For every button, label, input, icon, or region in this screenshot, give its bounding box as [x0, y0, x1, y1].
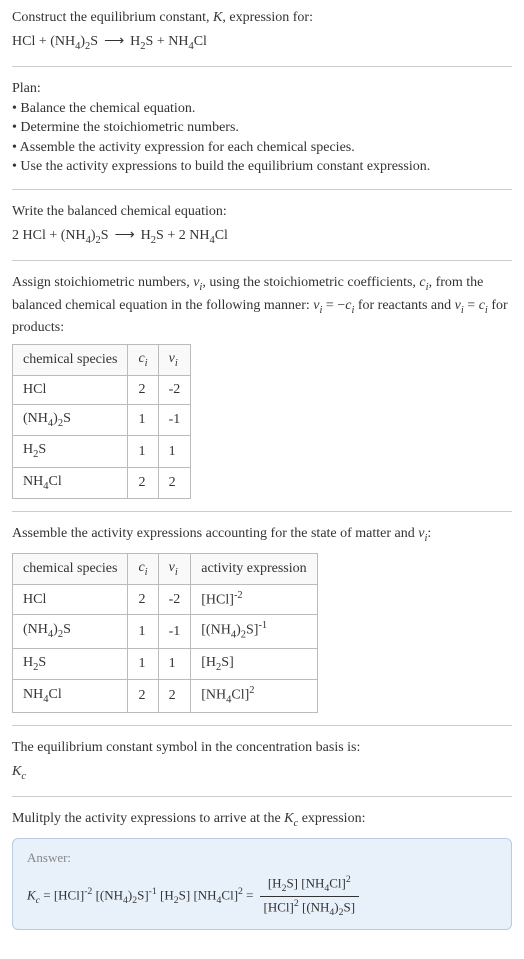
cell-nui: -2 [158, 376, 191, 405]
cell-nui: 2 [158, 467, 191, 498]
eqconst-text: The equilibrium constant symbol in the c… [12, 738, 512, 758]
cell-nui: -1 [158, 615, 191, 648]
cell-species: (NH4)2S [13, 615, 128, 648]
plan-heading: Plan: [12, 79, 512, 99]
cell-activity: [(NH4)2S]-1 [191, 615, 317, 648]
cell-species: NH4Cl [13, 680, 128, 713]
balanced-equation: 2 HCl + (NH4)2S⟶H2S + 2 NH4Cl [12, 226, 512, 248]
assemble-section: Assemble the activity expressions accoun… [12, 524, 512, 713]
cell-nui: -1 [158, 404, 191, 435]
col-species: chemical species [13, 553, 128, 584]
cell-nui: 1 [158, 648, 191, 679]
cell-species: NH4Cl [13, 467, 128, 498]
multiply-section: Mulitply the activity expressions to arr… [12, 809, 512, 930]
divider [12, 511, 512, 512]
answer-box: Answer: Kc = [HCl]-2 [(NH4)2S]-1 [H2S] [… [12, 838, 512, 930]
activity-table: chemical species ci νi activity expressi… [12, 553, 318, 714]
col-ci: ci [128, 553, 158, 584]
eqconst-symbol: Kc [12, 762, 512, 784]
intro-line1: Construct the equilibrium constant, [12, 10, 213, 25]
cell-nui: 2 [158, 680, 191, 713]
table-header-row: chemical species ci νi [13, 344, 191, 375]
cell-species: H2S [13, 436, 128, 467]
assemble-text: Assemble the activity expressions accoun… [12, 524, 512, 546]
intro-equation: HCl + (NH4)2S⟶H2S + NH4Cl [12, 32, 512, 54]
plan-list: Balance the chemical equation. Determine… [12, 99, 512, 177]
cell-ci: 2 [128, 467, 158, 498]
fraction-numerator: [H2S] [NH4Cl]2 [260, 873, 360, 897]
cell-nui: -2 [158, 585, 191, 615]
plan-item: Balance the chemical equation. [12, 99, 512, 119]
eqconst-section: The equilibrium constant symbol in the c… [12, 738, 512, 784]
intro-text: Construct the equilibrium constant, K, e… [12, 8, 512, 28]
cell-activity: [H2S] [191, 648, 317, 679]
table-row: H2S 1 1 [13, 436, 191, 467]
fraction-denominator: [HCl]2 [(NH4)2S] [260, 897, 360, 920]
table-row: (NH4)2S 1 -1 [(NH4)2S]-1 [13, 615, 318, 648]
plan-section: Plan: Balance the chemical equation. Det… [12, 79, 512, 177]
col-nui: νi [158, 553, 191, 584]
divider [12, 66, 512, 67]
table-row: H2S 1 1 [H2S] [13, 648, 318, 679]
cell-activity: [NH4Cl]2 [191, 680, 317, 713]
table-row: HCl 2 -2 [13, 376, 191, 405]
cell-species: (NH4)2S [13, 404, 128, 435]
col-ci: ci [128, 344, 158, 375]
plan-item: Assemble the activity expression for eac… [12, 138, 512, 158]
answer-label: Answer: [27, 849, 497, 867]
balanced-section: Write the balanced chemical equation: 2 … [12, 202, 512, 248]
cell-nui: 1 [158, 436, 191, 467]
assign-text: Assign stoichiometric numbers, νi, using… [12, 273, 512, 338]
cell-species: HCl [13, 376, 128, 405]
answer-expression: Kc = [HCl]-2 [(NH4)2S]-1 [H2S] [NH4Cl]2 … [27, 873, 497, 919]
divider [12, 189, 512, 190]
col-activity: activity expression [191, 553, 317, 584]
cell-species: HCl [13, 585, 128, 615]
divider [12, 260, 512, 261]
cell-ci: 1 [128, 615, 158, 648]
divider [12, 725, 512, 726]
table-header-row: chemical species ci νi activity expressi… [13, 553, 318, 584]
table-row: NH4Cl 2 2 [13, 467, 191, 498]
col-nui: νi [158, 344, 191, 375]
cell-ci: 2 [128, 585, 158, 615]
intro-section: Construct the equilibrium constant, K, e… [12, 8, 512, 54]
intro-k: K [213, 10, 222, 25]
cell-species: H2S [13, 648, 128, 679]
table-row: (NH4)2S 1 -1 [13, 404, 191, 435]
table-row: NH4Cl 2 2 [NH4Cl]2 [13, 680, 318, 713]
cell-ci: 2 [128, 376, 158, 405]
cell-activity: [HCl]-2 [191, 585, 317, 615]
balanced-heading: Write the balanced chemical equation: [12, 202, 512, 222]
assign-section: Assign stoichiometric numbers, νi, using… [12, 273, 512, 499]
cell-ci: 1 [128, 436, 158, 467]
divider [12, 796, 512, 797]
cell-ci: 2 [128, 680, 158, 713]
answer-lhs: Kc = [HCl]-2 [(NH4)2S]-1 [H2S] [NH4Cl]2 … [27, 885, 254, 908]
multiply-text: Mulitply the activity expressions to arr… [12, 809, 512, 831]
answer-fraction: [H2S] [NH4Cl]2 [HCl]2 [(NH4)2S] [260, 873, 360, 919]
stoich-table: chemical species ci νi HCl 2 -2 (NH4)2S … [12, 344, 191, 500]
intro-line1b: , expression for: [222, 10, 313, 25]
plan-item: Determine the stoichiometric numbers. [12, 118, 512, 138]
col-species: chemical species [13, 344, 128, 375]
cell-ci: 1 [128, 404, 158, 435]
table-row: HCl 2 -2 [HCl]-2 [13, 585, 318, 615]
plan-item: Use the activity expressions to build th… [12, 157, 512, 177]
cell-ci: 1 [128, 648, 158, 679]
